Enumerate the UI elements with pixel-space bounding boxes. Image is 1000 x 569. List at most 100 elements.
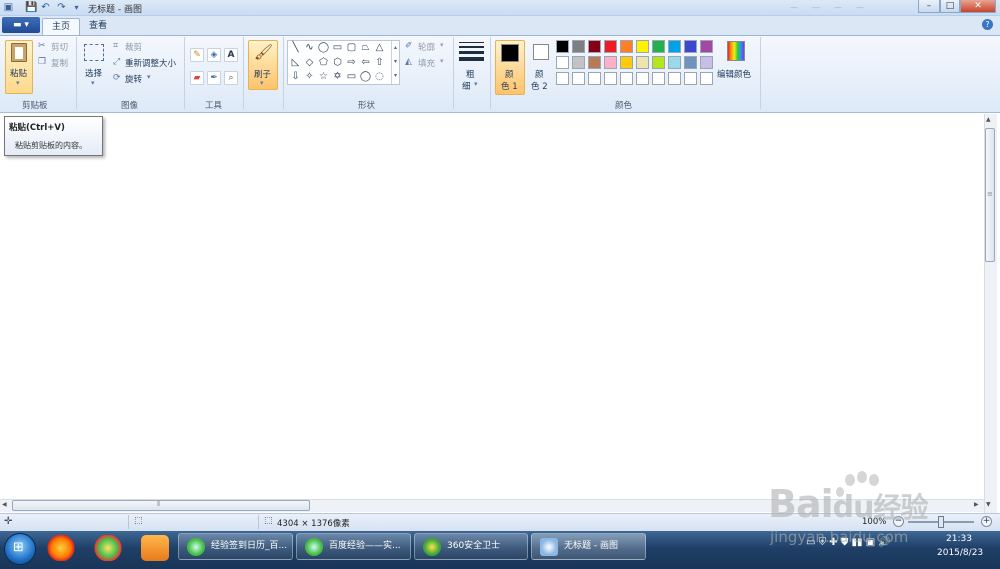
palette-swatch[interactable] [620, 40, 633, 53]
oval-shape-icon[interactable]: ◯ [317, 41, 330, 54]
up-arrow-shape-icon[interactable]: ⇧ [373, 56, 386, 69]
brushes-dropdown-icon[interactable]: ▾ [260, 79, 264, 87]
outline-button[interactable]: 轮廓 [418, 41, 435, 53]
select-icon[interactable] [84, 44, 104, 61]
palette-swatch[interactable] [652, 72, 665, 85]
scroll-right-icon[interactable]: ▶ [974, 501, 979, 508]
palette-swatch[interactable] [588, 72, 601, 85]
palette-swatch[interactable] [636, 72, 649, 85]
palette-swatch[interactable] [556, 72, 569, 85]
clock-time[interactable]: 21:33 [946, 534, 972, 544]
color2-swatch[interactable] [533, 44, 549, 60]
taskbar-item-active[interactable]: 无标题 - 画图 [531, 533, 646, 560]
diamond-shape-icon[interactable]: ◇ [303, 56, 316, 69]
drawing-canvas[interactable] [0, 114, 984, 499]
palette-swatch[interactable] [636, 56, 649, 69]
palette-swatch[interactable] [572, 40, 585, 53]
crop-button[interactable]: 裁剪 [125, 41, 142, 53]
text-tool-icon[interactable]: A [224, 48, 238, 62]
palette-swatch[interactable] [620, 56, 633, 69]
palette-swatch[interactable] [572, 56, 585, 69]
scroll-up-icon[interactable]: ▲ [986, 116, 991, 123]
help-icon[interactable]: ? [982, 19, 993, 30]
palette-swatch[interactable] [604, 72, 617, 85]
size-label-bottom[interactable]: 细 [462, 80, 471, 92]
hexagon-shape-icon[interactable]: ⬡ [331, 56, 344, 69]
app-menu-button[interactable]: ▬ ▾ [2, 17, 40, 33]
palette-swatch[interactable] [700, 72, 713, 85]
curve-shape-icon[interactable]: ∿ [303, 41, 316, 54]
palette-swatch[interactable] [636, 40, 649, 53]
color-picker-icon[interactable]: ✒ [207, 71, 221, 85]
palette-swatch[interactable] [684, 72, 697, 85]
pentagon-shape-icon[interactable]: ⬠ [317, 56, 330, 69]
line-shape-icon[interactable]: ╲ [289, 41, 302, 54]
rounded-rectangle-shape-icon[interactable]: ▢ [345, 41, 358, 54]
pinned-app-icon-3[interactable] [141, 535, 169, 561]
outline-dropdown-icon[interactable]: ▾ [440, 41, 444, 49]
taskbar-item[interactable]: 百度经验——实... [296, 533, 411, 560]
four-point-star-shape-icon[interactable]: ✧ [303, 70, 316, 83]
palette-swatch[interactable] [556, 56, 569, 69]
right-arrow-shape-icon[interactable]: ⇨ [345, 56, 358, 69]
pinned-app-icon-1[interactable] [47, 535, 75, 561]
palette-swatch[interactable] [588, 40, 601, 53]
palette-swatch[interactable] [700, 56, 713, 69]
tab-view[interactable]: 查看 [80, 18, 116, 35]
triangle-shape-icon[interactable]: △ [373, 41, 386, 54]
select-dropdown-icon[interactable]: ▾ [91, 79, 95, 87]
edit-colors-button[interactable]: 编辑颜色 [717, 68, 751, 80]
paste-dropdown-arrow-icon[interactable]: ▾ [16, 79, 20, 87]
palette-swatch[interactable] [684, 40, 697, 53]
shapes-scroll-icon[interactable]: ▴ ▾ ▾ [391, 41, 399, 84]
copy-button[interactable]: 复制 [51, 57, 68, 69]
six-point-star-shape-icon[interactable]: ✡ [331, 70, 344, 83]
maximize-button[interactable]: □ [940, 0, 960, 13]
tray-icons[interactable]: ▭ ⛨ ✚ ⛊ ▮▮ ▣ 🔊 [806, 537, 891, 548]
palette-swatch[interactable] [604, 56, 617, 69]
palette-swatch[interactable] [668, 72, 681, 85]
fill-bucket-icon[interactable]: ◈ [207, 48, 221, 62]
five-point-star-shape-icon[interactable]: ☆ [317, 70, 330, 83]
rotate-button[interactable]: 旋转 [125, 73, 142, 85]
palette-swatch[interactable] [700, 40, 713, 53]
rectangle-shape-icon[interactable]: ▭ [331, 41, 344, 54]
magnifier-icon[interactable]: ⌕ [224, 71, 238, 85]
palette-swatch[interactable] [668, 56, 681, 69]
resize-button[interactable]: 重新调整大小 [125, 57, 176, 69]
callout-oval-shape-icon[interactable]: ◯ [359, 70, 372, 83]
tab-home[interactable]: 主页 [42, 18, 81, 35]
fill-dropdown-icon[interactable]: ▾ [440, 57, 444, 65]
palette-swatch[interactable] [668, 40, 681, 53]
scroll-down-icon[interactable]: ▼ [986, 501, 991, 508]
eraser-icon[interactable]: ▰ [190, 71, 204, 85]
taskbar-item[interactable]: 360安全卫士 [414, 533, 528, 560]
palette-swatch[interactable] [556, 40, 569, 53]
palette-swatch[interactable] [572, 72, 585, 85]
paint-app-icon[interactable]: ▣ [3, 2, 14, 13]
select-button[interactable]: 选择 [85, 67, 102, 79]
fill-button[interactable]: 填充 [418, 57, 435, 69]
size-dropdown-icon[interactable]: ▾ [474, 80, 478, 88]
palette-swatch[interactable] [588, 56, 601, 69]
palette-swatch[interactable] [684, 56, 697, 69]
right-triangle-shape-icon[interactable]: ◺ [289, 56, 302, 69]
redo-icon[interactable]: ↷ [56, 2, 67, 13]
size-lines-icon[interactable] [459, 42, 484, 64]
polygon-shape-icon[interactable]: ⏢ [359, 41, 372, 54]
palette-swatch[interactable] [652, 40, 665, 53]
pencil-icon[interactable]: ✎ [190, 48, 204, 62]
cloud-callout-shape-icon[interactable]: ◌ [373, 70, 386, 83]
clock-date[interactable]: 2015/8/23 [937, 548, 983, 558]
zoom-out-button[interactable]: − [893, 516, 904, 527]
callout-rect-shape-icon[interactable]: ▭ [345, 70, 358, 83]
palette-swatch[interactable] [652, 56, 665, 69]
left-arrow-shape-icon[interactable]: ⇦ [359, 56, 372, 69]
zoom-slider-thumb[interactable] [938, 516, 944, 528]
save-icon[interactable]: 💾 [25, 2, 37, 13]
customize-quick-access-icon[interactable]: ▾ [71, 2, 82, 13]
zoom-in-button[interactable]: + [981, 516, 992, 527]
rotate-dropdown-icon[interactable]: ▾ [147, 73, 151, 81]
palette-swatch[interactable] [604, 40, 617, 53]
palette-swatch[interactable] [620, 72, 633, 85]
